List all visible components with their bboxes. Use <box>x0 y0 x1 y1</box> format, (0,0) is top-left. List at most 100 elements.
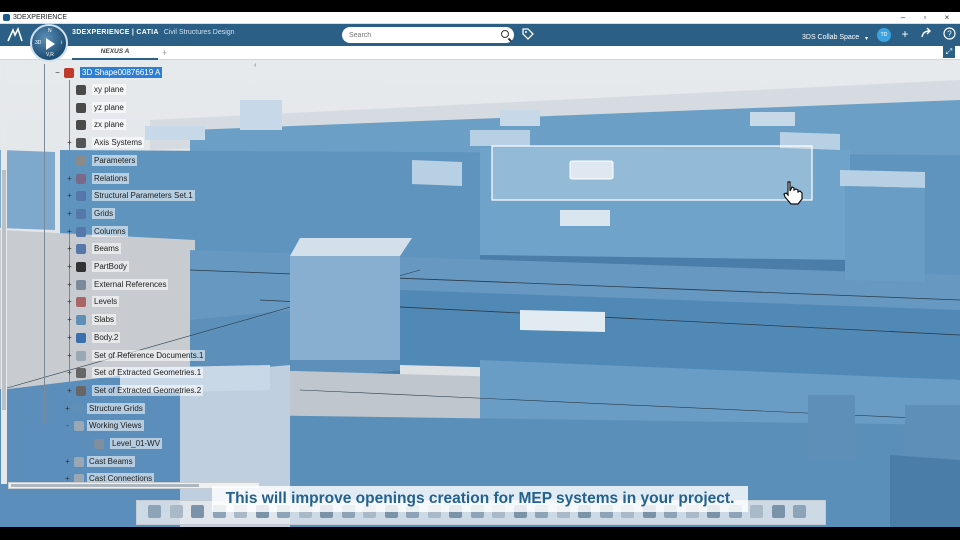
3d-viewport[interactable] <box>0 60 960 527</box>
tree-node-icon <box>76 315 86 326</box>
play-icon <box>46 38 55 50</box>
tree-node-label[interactable]: yz plane <box>92 101 126 113</box>
tree-node-label[interactable]: zx plane <box>92 119 126 131</box>
copy-icon[interactable] <box>169 505 183 518</box>
tree-node-icon <box>76 279 86 290</box>
tree-node-icon <box>76 368 86 379</box>
expand-icon[interactable]: + <box>66 280 73 288</box>
share-icon[interactable] <box>920 27 934 41</box>
expand-icon[interactable]: + <box>66 333 73 341</box>
plus-icon[interactable]: + <box>898 27 912 41</box>
collapse-icon[interactable]: - <box>64 422 71 430</box>
expand-icon[interactable]: + <box>66 174 73 182</box>
expand-icon[interactable]: + <box>64 457 71 465</box>
expand-icon[interactable]: + <box>66 298 73 306</box>
tree-node-label[interactable]: External References <box>92 278 169 290</box>
tree-node-icon <box>94 439 104 449</box>
tree-node-label[interactable]: Set of Reference Documents.1 <box>92 349 206 361</box>
tree-node-label[interactable]: Cast Beams <box>87 455 135 467</box>
tree-node-icon <box>76 102 86 113</box>
expand-icon[interactable]: + <box>66 139 73 147</box>
chevron-down-icon[interactable]: ▾ <box>865 35 868 42</box>
tree-node-label[interactable]: Beams <box>92 243 121 255</box>
compass-widget[interactable]: N 3D i V,R <box>30 24 68 62</box>
add-tab-button[interactable]: + <box>162 46 167 60</box>
window-title: 3DEXPERIENCE <box>13 14 68 21</box>
collapse-tree-icon[interactable]: ‹ <box>254 62 256 69</box>
avatar[interactable]: TD <box>877 28 891 42</box>
tree-root-label[interactable]: 3D Shape00876619 A <box>80 67 163 78</box>
tree-node-icon <box>76 244 86 255</box>
letterbox-bottom <box>0 527 960 540</box>
search-input[interactable] <box>349 29 494 41</box>
tree-node-icon <box>74 403 84 414</box>
expand-icon[interactable]: + <box>64 404 71 412</box>
expand-icon[interactable]: + <box>66 227 73 235</box>
close-button[interactable]: × <box>936 12 958 24</box>
collab-space-selector[interactable]: 3DS Collab Space <box>802 34 859 41</box>
collapse-icon[interactable]: − <box>54 69 61 77</box>
tree-node-label[interactable]: Slabs <box>92 314 117 326</box>
tree-node-label[interactable]: Levels <box>92 296 120 308</box>
video-subtitle: This will improve openings creation for … <box>212 486 748 512</box>
globe-icon[interactable] <box>793 505 806 518</box>
tree-node-label[interactable]: Level_01-WV <box>110 438 163 449</box>
compass-vr-label: V,R <box>46 52 54 58</box>
paste-icon[interactable] <box>191 505 204 518</box>
ds-logo-icon[interactable] <box>6 26 24 43</box>
tree-node-icon <box>76 155 86 166</box>
tree-node-label[interactable]: Relations <box>92 172 130 184</box>
expand-icon[interactable]: + <box>66 245 73 253</box>
tree-node-label[interactable]: PartBody <box>92 261 129 272</box>
view-icon[interactable] <box>771 505 785 518</box>
tree-horizontal-scroll-thumb[interactable] <box>11 484 199 487</box>
expand-icon[interactable]: + <box>66 192 73 200</box>
expand-icon[interactable]: + <box>66 209 73 217</box>
tree-connector <box>44 64 45 424</box>
tree-node-label[interactable]: Structure Grids <box>87 402 145 414</box>
search-icon[interactable] <box>501 30 509 38</box>
expand-icon[interactable]: + <box>66 369 73 377</box>
tree-node-label[interactable]: Columns <box>92 225 128 237</box>
app-name: Civil Structures Design <box>163 29 235 36</box>
expand-icon[interactable]: + <box>66 263 73 271</box>
svg-text:?: ? <box>947 30 952 39</box>
tree-node-label[interactable]: Grids <box>92 207 116 219</box>
tree-node-label[interactable]: Set of Extracted Geometries.2 <box>92 384 204 396</box>
tree-node-icon <box>76 173 86 184</box>
tree-node-label[interactable]: Body.2 <box>92 331 121 343</box>
tag-icon[interactable] <box>522 28 534 40</box>
expand-icon[interactable]: + <box>66 316 73 324</box>
tree-node-icon <box>76 120 86 131</box>
tree-node-label[interactable]: Parameters <box>92 154 138 166</box>
tree-node-icon <box>74 456 84 467</box>
scissors-icon[interactable] <box>148 505 161 518</box>
brand-name: 3DEXPERIENCE | CATIA <box>72 29 159 36</box>
restore-button[interactable]: ▫ <box>914 12 936 24</box>
filter-icon[interactable] <box>750 505 763 518</box>
minimize-button[interactable]: – <box>892 12 914 24</box>
help-icon[interactable]: ? <box>942 27 956 41</box>
tab-bar: NEXUS A + <box>0 46 960 60</box>
tree-node-label[interactable]: Set of Extracted Geometries.1 <box>92 367 204 379</box>
window-titlebar: 3DEXPERIENCE – ▫ × <box>0 12 960 24</box>
selection-box <box>491 145 813 201</box>
letterbox-top <box>0 0 960 12</box>
tab-nexus-a[interactable]: NEXUS A <box>72 46 158 60</box>
tree-node-label[interactable]: xy plane <box>92 84 126 95</box>
expand-icon[interactable]: + <box>66 351 73 359</box>
search-box[interactable] <box>342 27 514 43</box>
fit-all-icon[interactable]: ⤢ <box>943 46 955 58</box>
tree-vertical-scroll-thumb[interactable] <box>2 170 6 410</box>
tree-node-label[interactable]: Structural Parameters Set.1 <box>92 190 195 202</box>
tree-node-label[interactable]: Working Views <box>87 420 144 432</box>
opening-preview <box>569 160 614 180</box>
tree-node-icon <box>76 85 86 95</box>
app-root: 3DEXPERIENCE – ▫ × N 3D i V,R 3DEXPERIEN… <box>0 0 960 540</box>
tree-node-label[interactable]: Axis Systems <box>92 137 145 149</box>
expand-icon[interactable]: + <box>66 386 73 394</box>
